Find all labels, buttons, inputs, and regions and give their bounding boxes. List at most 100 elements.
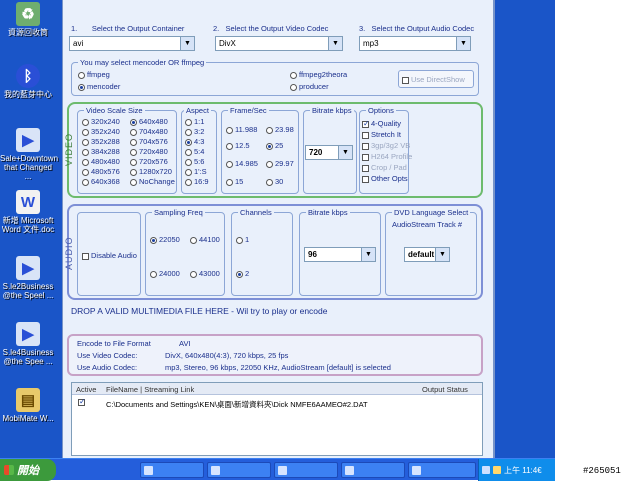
chevron-down-icon[interactable]: ▼ (361, 248, 375, 261)
column-filename[interactable]: FileName | Streaming Link (106, 385, 194, 394)
sampling-option[interactable]: 24000 (150, 269, 180, 278)
desktop-icon-label: 資源回收筒 (8, 28, 48, 37)
framerate-option[interactable]: 29.97 (266, 159, 294, 168)
scale-option[interactable]: 640x368 (82, 177, 120, 186)
taskbar-window-5[interactable] (408, 462, 476, 478)
chevron-down-icon[interactable]: ▼ (328, 37, 342, 50)
column-output-status[interactable]: Output Status (422, 385, 468, 394)
media-file-3[interactable]: ▶ S.le4Business @the Spee ... (0, 322, 56, 366)
step-number: 1. (71, 24, 78, 33)
recycle-bin[interactable]: ♻ 資源回收筒 (0, 2, 56, 37)
option-stretch[interactable]: Stretch It (362, 130, 401, 139)
sampling-option[interactable]: 43000 (190, 269, 220, 278)
scale-option[interactable]: 1280x720 (130, 167, 172, 176)
sampling-option[interactable]: 44100 (190, 235, 220, 244)
video-bitrate-value: 720 (309, 148, 323, 157)
scale-option[interactable]: 352x240 (82, 127, 120, 136)
scale-option[interactable]: 720x480 (130, 147, 168, 156)
scale-option[interactable]: 720x576 (130, 157, 168, 166)
word-document[interactable]: W 新增 Microsoft Word 文件.doc (0, 190, 56, 234)
scale-option[interactable]: 320x240 (82, 117, 120, 126)
container-select[interactable]: avi ▼ (69, 36, 195, 51)
volume-icon[interactable] (493, 466, 501, 474)
drop-zone[interactable]: DROP A VALID MULTIMEDIA FILE HERE - Wil … (67, 304, 483, 322)
column-active[interactable]: Active (76, 385, 96, 394)
format-value: AVI (179, 339, 191, 348)
option-label: 12.5 (235, 141, 250, 150)
framerate-option[interactable]: 12.5 (226, 141, 250, 150)
taskbar-window-2[interactable] (207, 462, 271, 478)
aspect-option[interactable]: 3:2 (185, 127, 204, 136)
channel-option-selected[interactable]: 2 (236, 269, 249, 278)
encoder-option-ffmpeg[interactable]: ffmpeg (78, 70, 110, 79)
encoder-option-producer[interactable]: producer (290, 82, 329, 91)
scale-option[interactable]: 480x480 (82, 157, 120, 166)
framerate-option[interactable]: 14.985 (226, 159, 258, 168)
scale-option[interactable]: 384x288 (82, 147, 120, 156)
scale-option[interactable]: 480x576 (82, 167, 120, 176)
option-label: 25 (275, 141, 284, 150)
media-file-2[interactable]: ▶ S.le2Business @the Speel ... (0, 256, 56, 300)
disable-audio-checkbox[interactable]: Disable Audio (82, 251, 137, 260)
scale-option[interactable]: NoChange (130, 177, 175, 186)
option-label: 3gp/3g2 VB (371, 141, 411, 150)
chevron-down-icon[interactable]: ▼ (435, 248, 449, 261)
chevron-down-icon[interactable]: ▼ (180, 37, 194, 50)
framerate-option[interactable]: 23.98 (266, 125, 294, 134)
aspect-option[interactable]: 1:1 (185, 117, 204, 126)
aspect-option-selected[interactable]: 4:3 (185, 137, 204, 146)
taskbar-window-4[interactable] (341, 462, 405, 478)
container-label-text: Select the Output Container (91, 24, 185, 33)
radio-icon (190, 236, 197, 244)
checkbox-icon (362, 142, 369, 150)
video-section-label: VIDEO (64, 132, 74, 166)
scale-option[interactable]: 704x480 (130, 127, 168, 136)
radio-icon (130, 138, 137, 146)
sampling-option-selected[interactable]: 22050 (150, 235, 180, 244)
mobimate[interactable]: ▤ MobiMate W... (0, 388, 56, 423)
encoder-option-ffmpeg2theora[interactable]: ffmpeg2theora (290, 70, 347, 79)
row-file-path: C:\Documents and Settings\KEN\桌面\新增資料夾\D… (106, 400, 368, 409)
scale-option-selected[interactable]: 640x480 (130, 117, 168, 126)
chevron-down-icon[interactable]: ▼ (456, 37, 470, 50)
radio-icon (226, 126, 233, 134)
radio-icon (290, 83, 297, 91)
video-bitrate-select[interactable]: 720 ▼ (305, 145, 353, 160)
scale-option[interactable]: 704x576 (130, 137, 168, 146)
audio-bitrate-select[interactable]: 96 ▼ (304, 247, 376, 262)
audio-codec-select[interactable]: mp3 ▼ (359, 36, 471, 51)
bluetooth-center[interactable]: ᛒ 我的藍芽中心 (0, 64, 56, 99)
system-tray: 上午 11:4€ (478, 459, 555, 481)
start-label: 開始 (17, 465, 39, 477)
start-button[interactable]: 開始 (0, 459, 56, 481)
aspect-option[interactable]: 5:4 (185, 147, 204, 156)
scale-option[interactable]: 352x288 (82, 137, 120, 146)
direct-show-toggle[interactable]: Use DirectShow (398, 70, 474, 88)
media-file-1[interactable]: ▶ Sale+Downtown that Changed ... (0, 128, 58, 181)
option-4-quality[interactable]: 4-Quality (362, 119, 401, 128)
encoder-option-mencoder[interactable]: mencoder (78, 82, 120, 91)
bluetooth-icon: ᛒ (16, 64, 40, 88)
audio-bitrate-value: 96 (308, 250, 317, 259)
row-active-checkbox[interactable] (78, 397, 86, 406)
audiostream-select[interactable]: default ▼ (404, 247, 450, 262)
option-other-opts[interactable]: Other Opts (362, 174, 408, 183)
framerate-option[interactable]: 30 (266, 177, 283, 186)
desktop-icon-label: S.le4Business @the Spee ... (2, 348, 54, 366)
network-icon[interactable] (482, 466, 490, 474)
framerate-option[interactable]: 11.988 (226, 125, 257, 134)
taskbar-window-1[interactable] (140, 462, 204, 478)
framerate-option-selected[interactable]: 25 (266, 141, 283, 150)
table-row[interactable]: C:\Documents and Settings\KEN\桌面\新增資料夾\D… (72, 397, 482, 409)
radio-icon (130, 128, 137, 136)
channel-option[interactable]: 1 (236, 235, 249, 244)
video-codec-select[interactable]: DivX ▼ (215, 36, 343, 51)
aspect-option[interactable]: 16:9 (185, 177, 209, 186)
aspect-option[interactable]: 5:6 (185, 157, 204, 166)
clock[interactable]: 上午 11:4€ (504, 465, 542, 476)
windows-logo-icon (4, 465, 14, 475)
framerate-option[interactable]: 15 (226, 177, 243, 186)
chevron-down-icon[interactable]: ▼ (338, 146, 352, 159)
aspect-option[interactable]: 1':S (185, 167, 207, 176)
taskbar-window-3[interactable] (274, 462, 338, 478)
